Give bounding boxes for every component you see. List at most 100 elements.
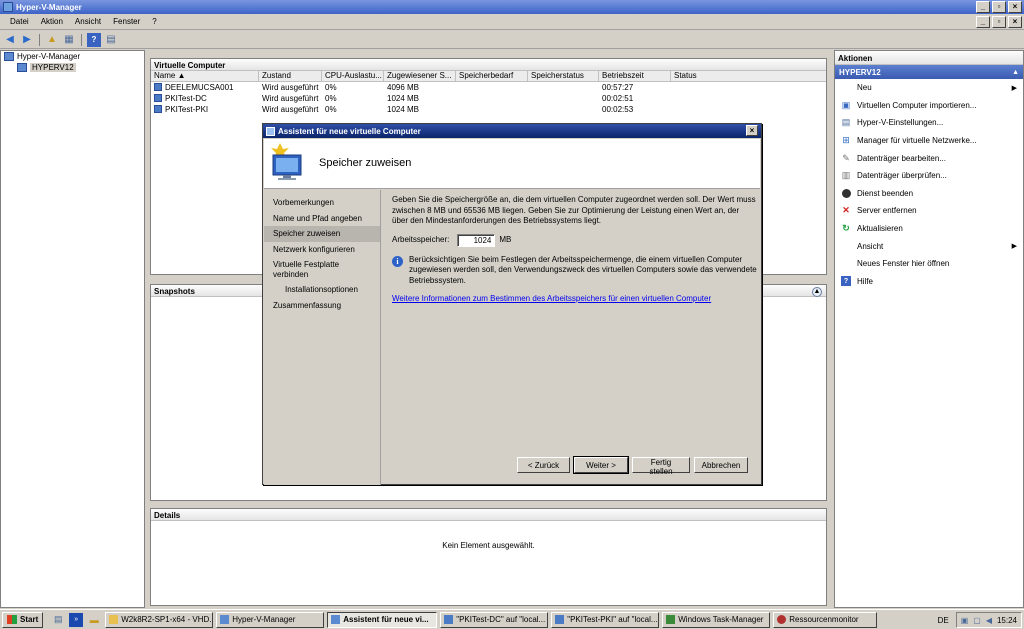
task-task-manager[interactable]: Windows Task-Manager [662, 611, 771, 628]
menu-datei[interactable]: Datei [4, 17, 35, 26]
action-inspect-disk[interactable]: ▥ Datenträger überprüfen... [835, 167, 1023, 185]
action-help[interactable]: ? Hilfe [835, 273, 1023, 291]
network-tray-icon[interactable]: ▣ [961, 616, 969, 625]
back-arrow-icon[interactable]: ◀ [3, 33, 17, 47]
tree-item-hyperv12[interactable]: HYPERV12 [1, 62, 144, 73]
powershell-icon[interactable]: » [69, 612, 84, 627]
menu-help[interactable]: ? [146, 17, 162, 26]
step-configure-network[interactable]: Netzwerk konfigurieren [264, 242, 380, 258]
memory-row: Arbeitsspeicher: MB [392, 233, 757, 247]
up-folder-icon[interactable]: ▲ [45, 33, 59, 47]
maximize-button[interactable]: ▫ [992, 1, 1006, 13]
action-remove-server[interactable]: ✕ Server entfernen [835, 202, 1023, 220]
volume-tray-icon[interactable]: ◀ [986, 616, 992, 625]
folder-icon [109, 615, 119, 624]
cancel-button[interactable]: Abbrechen [694, 457, 748, 473]
task-pkitest-dc[interactable]: "PKITest-DC" auf "local... [440, 611, 549, 628]
wizard-body: Geben Sie die Speichergröße an, die dem … [392, 195, 757, 305]
close-button[interactable]: × [1008, 1, 1022, 13]
actions-section-header[interactable]: HYPERV12 ▲ [835, 65, 1023, 79]
task-vhd-folder[interactable]: W2k8R2-SP1-x64 - VHD... [105, 611, 214, 628]
task-hyperv-manager[interactable]: Hyper-V-Manager [216, 611, 325, 628]
memory-input[interactable] [457, 233, 496, 247]
step-name-and-location[interactable]: Name und Pfad angeben [264, 211, 380, 227]
action-virtual-network-manager[interactable]: ⊞ Manager für virtuelle Netzwerke... [835, 132, 1023, 150]
table-row[interactable]: DEELEMUCSA001 Wird ausgeführt 0% 4096 MB… [151, 82, 826, 93]
vm-connection-icon [555, 615, 565, 624]
menu-ansicht[interactable]: Ansicht [69, 17, 107, 26]
more-info-link[interactable]: Weitere Informationen zum Bestimmen des … [392, 294, 757, 305]
mdi-restore-button[interactable]: ▫ [992, 16, 1006, 28]
col-memory[interactable]: Zugewiesener S... [384, 71, 456, 81]
wizard-close-button[interactable]: × [746, 125, 758, 136]
action-new[interactable]: Neu ▶ [835, 79, 1023, 97]
import-icon: ▣ [841, 99, 851, 110]
server-icon [17, 63, 27, 72]
action-edit-disk[interactable]: ✎ Datenträger bearbeiten... [835, 149, 1023, 167]
toolbar-separator [39, 33, 40, 46]
step-summary[interactable]: Zusammenfassung [264, 298, 380, 314]
tree-item-hyperv-manager[interactable]: Hyper-V-Manager [1, 51, 144, 62]
vm-panel-title: Virtuelle Computer [151, 59, 826, 71]
menu-aktion[interactable]: Aktion [35, 17, 69, 26]
action-refresh[interactable]: ↻ Aktualisieren [835, 220, 1023, 238]
clock[interactable]: 15:24 [997, 616, 1017, 625]
menu-fenster[interactable]: Fenster [107, 17, 146, 26]
server-manager-icon[interactable]: ▤ [51, 613, 65, 627]
forward-arrow-icon[interactable]: ▶ [20, 33, 34, 47]
col-status[interactable]: Status [671, 71, 826, 81]
settings-icon: ▤ [841, 117, 851, 128]
window-title-bar[interactable]: Hyper-V-Manager _ ▫ × [0, 0, 1024, 14]
action-new-window[interactable]: Neues Fenster hier öffnen [835, 255, 1023, 273]
col-name[interactable]: Name ▲ [151, 71, 259, 81]
action-stop-service[interactable]: Dienst beenden [835, 185, 1023, 203]
col-cpu[interactable]: CPU-Auslastu... [322, 71, 384, 81]
vm-column-headers: Name ▲ Zustand CPU-Auslastu... Zugewiese… [151, 71, 826, 82]
table-row[interactable]: PKITest-DC Wird ausgeführt 0% 1024 MB 00… [151, 93, 826, 104]
back-button[interactable]: < Zurück [517, 457, 570, 473]
col-uptime[interactable]: Betriebszeit [599, 71, 671, 81]
mdi-close-button[interactable]: × [1008, 16, 1022, 28]
action-import-vm[interactable]: ▣ Virtuellen Computer importieren... [835, 97, 1023, 115]
memory-label: Arbeitsspeicher: [392, 234, 450, 244]
menu-bar: Datei Aktion Ansicht Fenster ? _ ▫ × [0, 14, 1024, 30]
console-tree: Hyper-V-Manager HYPERV12 [0, 50, 145, 608]
inspect-disk-icon: ▥ [841, 170, 851, 181]
new-vm-wizard-dialog: Assistent für neue virtuelle Computer × … [262, 123, 762, 485]
action-hyperv-settings[interactable]: ▤ Hyper-V-Einstellungen... [835, 114, 1023, 132]
step-assign-memory[interactable]: Speicher zuweisen [264, 226, 380, 242]
task-new-vm-wizard[interactable]: Assistent für neue vi... [327, 611, 438, 628]
help-icon[interactable]: ? [87, 32, 101, 47]
col-memory-status[interactable]: Speicherstatus [528, 71, 599, 81]
show-actions-icon[interactable]: ▤ [104, 33, 118, 47]
explorer-icon[interactable]: ▬ [87, 613, 101, 627]
section-collapse-icon[interactable]: ▲ [1012, 69, 1019, 76]
window-title: Hyper-V-Manager [16, 2, 82, 12]
col-memory-demand[interactable]: Speicherbedarf [456, 71, 528, 81]
finish-button[interactable]: Fertig stellen [632, 457, 690, 476]
table-row[interactable]: PKITest-PKI Wird ausgeführt 0% 1024 MB 0… [151, 104, 826, 115]
next-button[interactable]: Weiter > [573, 456, 629, 474]
start-button[interactable]: Start [2, 611, 44, 628]
wizard-buttons: < Zurück Weiter > Fertig stellen Abbrech… [517, 456, 748, 476]
remove-icon: ✕ [842, 205, 850, 216]
task-resource-monitor[interactable]: Ressourcenmonitor [773, 611, 878, 628]
show-tree-icon[interactable]: ▦ [62, 33, 76, 47]
tree-item-label: HYPERV12 [30, 63, 76, 72]
task-manager-icon [666, 615, 676, 624]
notification-area: ▣ ▢ ◀ 15:24 [955, 612, 1022, 628]
step-before-you-begin[interactable]: Vorbemerkungen [264, 195, 380, 211]
wizard-steps: Vorbemerkungen Name und Pfad angeben Spe… [264, 190, 381, 485]
minimize-button[interactable]: _ [976, 1, 990, 13]
language-indicator[interactable]: DE [935, 616, 952, 625]
col-state[interactable]: Zustand [259, 71, 322, 81]
task-pkitest-pki[interactable]: "PKITest-PKI" auf "local... [551, 611, 660, 628]
collapse-icon[interactable]: ▲ [812, 287, 822, 297]
monitor-tray-icon[interactable]: ▢ [973, 616, 981, 625]
action-view[interactable]: Ansicht ▶ [835, 237, 1023, 255]
step-connect-virtual-disk[interactable]: Virtuelle Festplatte verbinden [264, 257, 380, 282]
mdi-minimize-button[interactable]: _ [976, 16, 990, 28]
network-icon: ⊞ [842, 135, 850, 146]
step-installation-options[interactable]: Installationsoptionen [264, 282, 380, 298]
wizard-title-bar[interactable]: Assistent für neue virtuelle Computer × [263, 124, 761, 138]
